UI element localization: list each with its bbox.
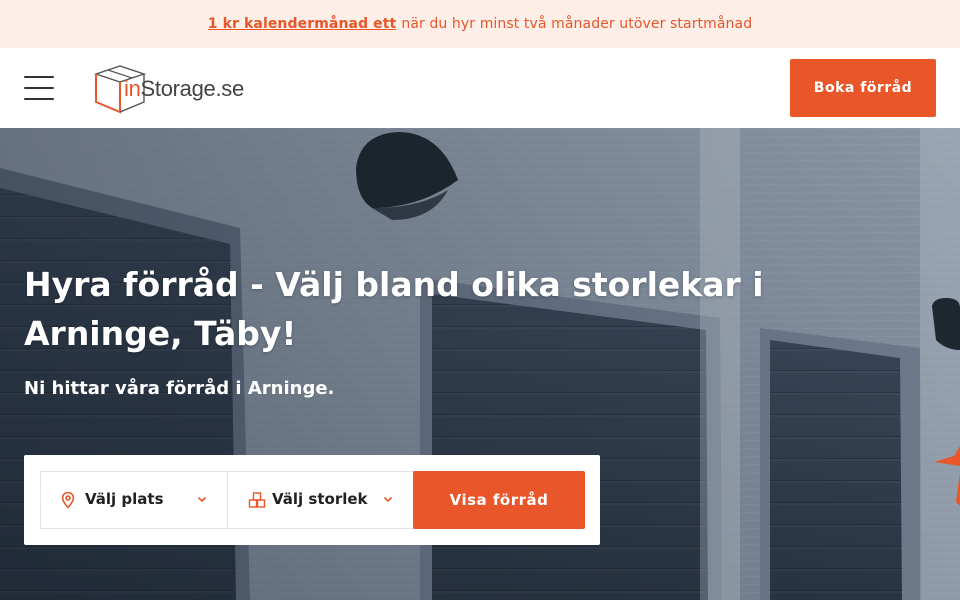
decorative-shape-icon <box>934 446 960 506</box>
boxes-icon <box>248 492 266 508</box>
page-title: Hyra förråd - Välj bland olika storlekar… <box>24 265 764 353</box>
size-select[interactable]: Välj storlek <box>227 472 413 528</box>
show-storage-button[interactable]: Visa förråd <box>413 471 585 529</box>
size-select-label: Välj storlek <box>272 490 368 508</box>
logo[interactable]: inStorage.se <box>92 62 244 114</box>
promo-link[interactable]: 1 kr kalendermånad ett <box>208 16 397 32</box>
page-subtitle: Ni hittar våra förråd i Arninge. <box>24 378 335 399</box>
chevron-down-icon <box>383 496 393 503</box>
hero-section: Hyra förråd - Välj bland olika storlekar… <box>0 128 960 600</box>
storage-search-box: Välj plats Välj storlek Visa förråd <box>24 455 600 545</box>
chevron-down-icon <box>197 496 207 503</box>
promo-text: när du hyr minst två månader utöver star… <box>401 16 753 32</box>
promo-banner: 1 kr kalendermånad ett när du hyr minst … <box>0 0 960 48</box>
book-storage-button[interactable]: Boka förråd <box>790 59 936 117</box>
location-select[interactable]: Välj plats <box>41 472 227 528</box>
logo-wordmark: inStorage.se <box>124 76 244 101</box>
hamburger-menu-icon[interactable] <box>24 76 54 100</box>
site-header: inStorage.se Boka förråd <box>0 48 960 128</box>
map-pin-icon <box>61 491 75 509</box>
location-select-label: Välj plats <box>85 490 164 508</box>
search-form: Välj plats Välj storlek Visa förråd <box>40 471 585 529</box>
